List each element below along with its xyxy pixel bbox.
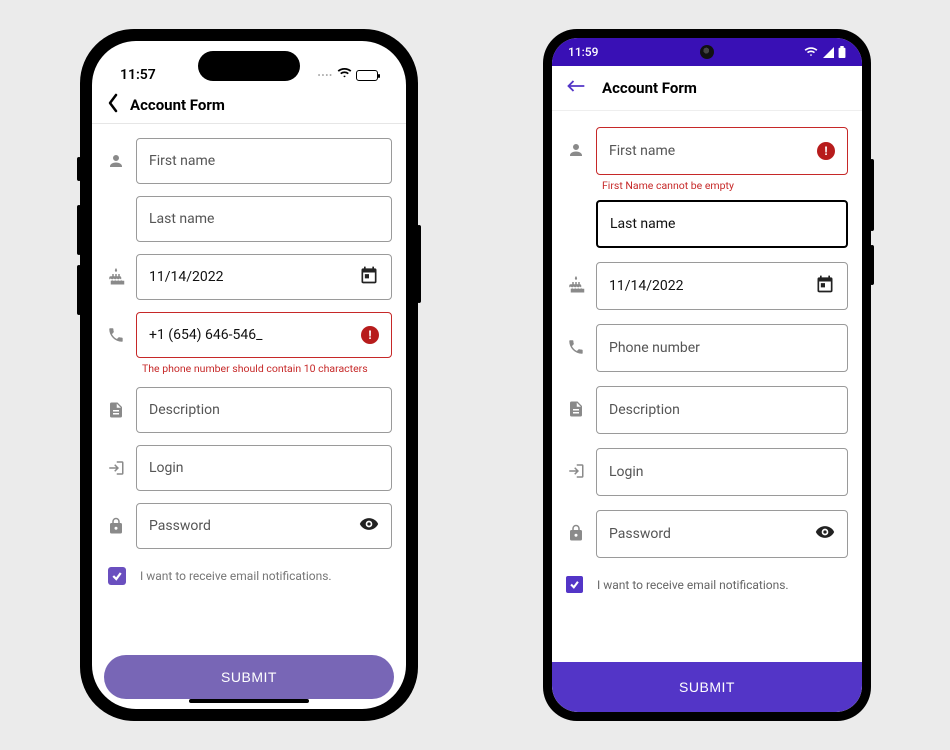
checkbox-label: I want to receive email notifications. <box>140 569 332 583</box>
login-field[interactable]: Login <box>596 448 848 496</box>
android-power-button <box>870 245 874 285</box>
login-placeholder: Login <box>149 460 184 476</box>
android-volume-button <box>870 159 874 231</box>
page-title: Account Form <box>602 79 697 97</box>
description-field[interactable]: Description <box>596 386 848 434</box>
description-field[interactable]: Description <box>136 387 392 433</box>
ios-nav-bar: Account Form <box>92 87 406 124</box>
calendar-icon[interactable] <box>815 274 835 298</box>
wifi-icon <box>804 46 818 58</box>
description-placeholder: Description <box>149 402 220 418</box>
birthdate-field[interactable]: 11/14/2022 <box>596 262 848 310</box>
iphone-power-button <box>417 225 421 303</box>
submit-button[interactable]: SUBMIT <box>552 662 862 712</box>
cellular-icon <box>822 46 834 58</box>
first-name-error-text: First Name cannot be empty <box>596 175 848 192</box>
first-name-placeholder: First name <box>609 143 675 159</box>
back-icon[interactable] <box>106 93 120 117</box>
checkbox-checked-icon[interactable] <box>566 576 583 593</box>
ios-home-indicator <box>189 699 309 703</box>
phone-error-text: The phone number should contain 10 chara… <box>136 358 392 375</box>
login-icon <box>106 445 126 477</box>
submit-button[interactable]: SUBMIT <box>104 655 394 699</box>
email-notifications-row[interactable]: I want to receive email notifications. <box>566 572 848 593</box>
battery-icon <box>838 46 846 58</box>
android-camera-hole <box>700 45 714 59</box>
person-icon <box>106 138 126 170</box>
last-name-field[interactable]: Last name <box>596 200 848 248</box>
iphone-volume-down <box>77 265 81 315</box>
birthday-icon <box>106 254 126 286</box>
login-icon <box>566 448 586 480</box>
document-icon <box>106 387 126 419</box>
password-placeholder: Password <box>609 526 671 542</box>
iphone-silence-switch <box>77 157 81 181</box>
back-icon[interactable] <box>566 78 586 98</box>
first-name-field[interactable]: First name <box>136 138 392 184</box>
checkbox-label: I want to receive email notifications. <box>597 578 789 592</box>
wifi-icon <box>337 67 352 83</box>
birthday-icon <box>566 262 586 294</box>
login-placeholder: Login <box>609 464 644 480</box>
iphone-volume-up <box>77 205 81 255</box>
email-notifications-row[interactable]: I want to receive email notifications. <box>106 561 392 585</box>
password-field[interactable]: Password <box>596 510 848 558</box>
password-field[interactable]: Password <box>136 503 392 549</box>
birthdate-value: 11/14/2022 <box>609 278 684 294</box>
ios-form-body: First name Last name 11/14/2022 <box>92 124 406 655</box>
page-title: Account Form <box>130 96 225 114</box>
first-name-placeholder: First name <box>149 153 215 169</box>
last-name-placeholder: Last name <box>149 211 214 227</box>
android-nav-bar: Account Form <box>552 66 862 111</box>
cellular-dots-icon: •••• <box>318 71 333 80</box>
android-screen: 11:59 Account Form First name <box>552 38 862 712</box>
document-icon <box>566 386 586 418</box>
android-device-frame: 11:59 Account Form First name <box>543 29 871 721</box>
first-name-field[interactable]: First name ! <box>596 127 848 175</box>
birthdate-field[interactable]: 11/14/2022 <box>136 254 392 300</box>
person-icon <box>566 127 586 159</box>
battery-icon <box>356 70 378 81</box>
phone-icon <box>566 324 586 356</box>
phone-value: +1 (654) 646-546_ <box>149 327 262 343</box>
last-name-placeholder: Last name <box>610 216 675 232</box>
lock-icon <box>106 503 126 535</box>
checkbox-checked-icon[interactable] <box>108 567 126 585</box>
phone-field[interactable]: Phone number <box>596 324 848 372</box>
iphone-device-frame: 11:57 •••• Account Form <box>80 29 418 721</box>
description-placeholder: Description <box>609 402 680 418</box>
lock-icon <box>566 510 586 542</box>
phone-field[interactable]: +1 (654) 646-546_ ! <box>136 312 392 358</box>
last-name-field[interactable]: Last name <box>136 196 392 242</box>
android-form-body: First name ! First Name cannot be empty … <box>552 111 862 662</box>
calendar-icon[interactable] <box>359 265 379 289</box>
phone-placeholder: Phone number <box>609 340 700 356</box>
iphone-dynamic-island <box>198 51 300 81</box>
eye-icon[interactable] <box>359 514 379 538</box>
birthdate-value: 11/14/2022 <box>149 269 224 285</box>
iphone-screen: 11:57 •••• Account Form <box>92 41 406 709</box>
ios-status-time: 11:57 <box>120 67 156 83</box>
login-field[interactable]: Login <box>136 445 392 491</box>
password-placeholder: Password <box>149 518 211 534</box>
eye-icon[interactable] <box>815 522 835 546</box>
error-icon: ! <box>817 142 835 160</box>
phone-icon <box>106 312 126 344</box>
error-icon: ! <box>361 326 379 344</box>
android-status-time: 11:59 <box>568 45 598 59</box>
